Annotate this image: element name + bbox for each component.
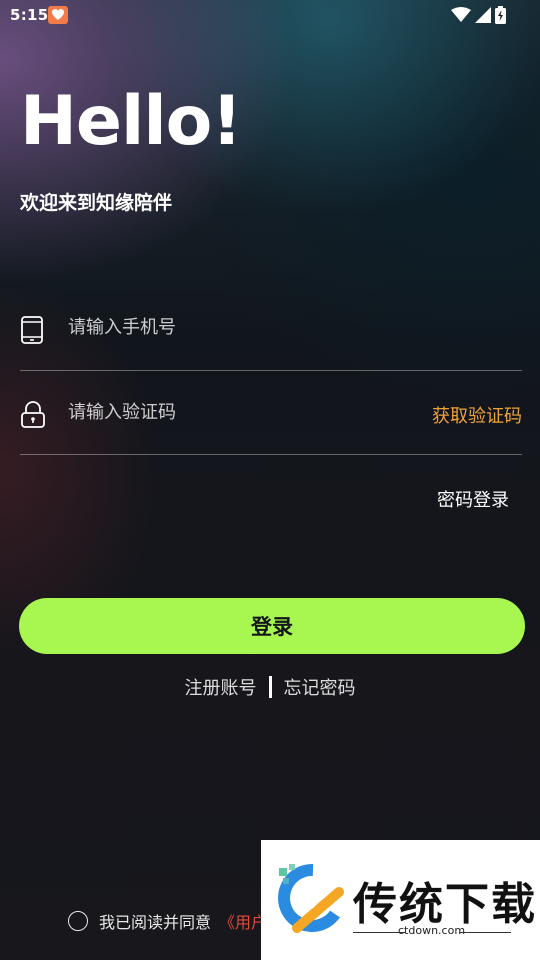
watermark-title: 传统下载 bbox=[353, 879, 537, 930]
app-notification-icon bbox=[48, 6, 68, 24]
link-divider bbox=[268, 676, 272, 698]
status-bar: 5:15 bbox=[0, 0, 540, 32]
forgot-password-link[interactable]: 忘记密码 bbox=[284, 674, 356, 700]
agreement-text: 我已阅读并同意 bbox=[99, 913, 212, 932]
watermark-logo-icon bbox=[278, 863, 344, 933]
agreement-row: 我已阅读并同意 《用户 bbox=[68, 909, 267, 933]
battery-icon bbox=[495, 6, 506, 24]
status-icons bbox=[451, 6, 506, 24]
register-link[interactable]: 注册账号 bbox=[185, 674, 257, 700]
password-login-link[interactable]: 密码登录 bbox=[437, 486, 509, 512]
verification-code-input[interactable] bbox=[66, 401, 370, 424]
signal-icon bbox=[475, 7, 491, 23]
agreement-checkbox[interactable] bbox=[68, 911, 88, 931]
watermark-url: ctdown.com bbox=[398, 924, 466, 937]
wifi-icon bbox=[451, 7, 471, 22]
get-code-button[interactable]: 获取验证码 bbox=[432, 402, 522, 428]
status-time: 5:15 bbox=[10, 6, 49, 24]
greeting-title: Hello! bbox=[20, 82, 242, 161]
welcome-subtitle: 欢迎来到知缘陪伴 bbox=[20, 192, 173, 214]
user-agreement-link[interactable]: 《用户 bbox=[219, 909, 267, 933]
code-field: 获取验证码 bbox=[20, 370, 522, 455]
phone-field bbox=[20, 286, 522, 371]
phone-input[interactable] bbox=[66, 316, 370, 339]
watermark-line-right bbox=[459, 932, 511, 933]
login-button[interactable]: 登录 bbox=[19, 598, 525, 654]
phone-icon bbox=[21, 316, 43, 344]
lock-icon bbox=[21, 401, 45, 428]
watermark: 传统下载 ctdown.com bbox=[261, 840, 540, 960]
account-links: 注册账号 忘记密码 bbox=[0, 674, 540, 700]
